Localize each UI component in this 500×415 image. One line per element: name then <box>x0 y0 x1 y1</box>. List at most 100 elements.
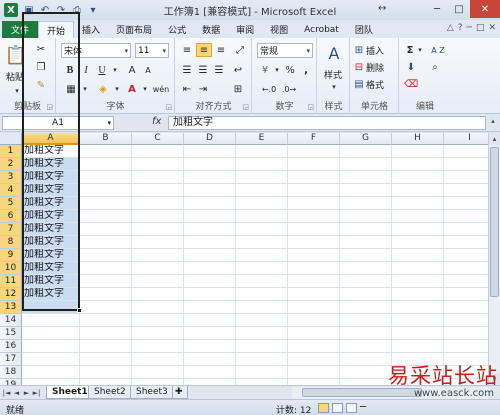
fill-icon[interactable]: ⬇ <box>404 60 418 74</box>
insert-cells-button[interactable]: 插入 <box>366 44 384 57</box>
cell-b8[interactable] <box>80 236 132 249</box>
sheet-tab-sheet1[interactable]: Sheet1 <box>46 386 94 399</box>
underline-dropdown-icon[interactable]: ▾ <box>111 63 119 77</box>
cell-h12[interactable] <box>392 288 444 301</box>
cell-a12[interactable]: 加粗文字 <box>22 288 80 301</box>
cell-a2[interactable]: 加粗文字 <box>22 158 80 171</box>
cell-f12[interactable] <box>288 288 340 301</box>
clear-icon[interactable]: ⌫ <box>404 77 418 91</box>
cell-e12[interactable] <box>236 288 288 301</box>
increase-decimal-icon[interactable]: ←.0 <box>261 82 277 96</box>
cell-d12[interactable] <box>184 288 236 301</box>
row-header-11[interactable]: 11 <box>0 275 22 288</box>
undo-icon[interactable]: ↶ <box>38 3 52 17</box>
cell-e6[interactable] <box>236 210 288 223</box>
font-color-dropdown-icon[interactable]: ▾ <box>141 82 149 96</box>
row-header-3[interactable]: 3 <box>0 171 22 184</box>
row-header-2[interactable]: 2 <box>0 158 22 171</box>
cell-i9[interactable] <box>444 249 488 262</box>
insert-cells-icon[interactable]: ⊞ <box>353 43 365 57</box>
cell-a15[interactable] <box>22 327 80 340</box>
styles-button[interactable]: 样式 <box>324 68 342 81</box>
cell-h11[interactable] <box>392 275 444 288</box>
cell-b9[interactable] <box>80 249 132 262</box>
tab-acrobat[interactable]: Acrobat <box>296 21 347 38</box>
cell-g14[interactable] <box>340 314 392 327</box>
cell-e3[interactable] <box>236 171 288 184</box>
cell-f18[interactable] <box>288 366 340 379</box>
page-layout-view-button[interactable] <box>332 403 343 413</box>
cell-f4[interactable] <box>288 184 340 197</box>
row-header-5[interactable]: 5 <box>0 197 22 210</box>
cell-d5[interactable] <box>184 197 236 210</box>
cell-f7[interactable] <box>288 223 340 236</box>
paste-dropdown-icon[interactable]: ▾ <box>12 86 22 96</box>
name-box[interactable]: A1 ▾ <box>2 116 114 130</box>
delete-cells-icon[interactable]: ⊟ <box>353 60 365 74</box>
cell-g9[interactable] <box>340 249 392 262</box>
copy-icon[interactable]: ❐ <box>34 60 48 74</box>
cell-i15[interactable] <box>444 327 488 340</box>
cell-f2[interactable] <box>288 158 340 171</box>
column-header-d[interactable]: D <box>184 133 236 145</box>
paste-label[interactable]: 粘贴 <box>6 70 24 83</box>
cell-e2[interactable] <box>236 158 288 171</box>
phonetic-button[interactable]: wén <box>151 82 171 96</box>
cell-a18[interactable] <box>22 366 80 379</box>
cell-g16[interactable] <box>340 340 392 353</box>
cell-h9[interactable] <box>392 249 444 262</box>
cell-f17[interactable] <box>288 353 340 366</box>
row-header-17[interactable]: 17 <box>0 353 22 366</box>
cell-b5[interactable] <box>80 197 132 210</box>
cell-h7[interactable] <box>392 223 444 236</box>
cell-c6[interactable] <box>132 210 184 223</box>
cell-g3[interactable] <box>340 171 392 184</box>
cell-d9[interactable] <box>184 249 236 262</box>
cell-a13[interactable] <box>22 301 80 314</box>
cell-i1[interactable] <box>444 145 488 158</box>
cell-d7[interactable] <box>184 223 236 236</box>
cell-a14[interactable] <box>22 314 80 327</box>
cell-f3[interactable] <box>288 171 340 184</box>
cell-a3[interactable]: 加粗文字 <box>22 171 80 184</box>
cell-h3[interactable] <box>392 171 444 184</box>
shrink-font-button[interactable]: A <box>141 63 155 77</box>
column-header-e[interactable]: E <box>236 133 288 145</box>
cell-b7[interactable] <box>80 223 132 236</box>
cell-c9[interactable] <box>132 249 184 262</box>
cell-h8[interactable] <box>392 236 444 249</box>
cell-h10[interactable] <box>392 262 444 275</box>
align-bottom-icon[interactable]: ≡ <box>214 43 228 57</box>
formula-input[interactable]: 加粗文字 <box>168 116 486 130</box>
percent-button[interactable]: % <box>283 63 297 77</box>
cell-g12[interactable] <box>340 288 392 301</box>
cell-f16[interactable] <box>288 340 340 353</box>
redo-icon[interactable]: ↷ <box>54 3 68 17</box>
cell-g8[interactable] <box>340 236 392 249</box>
align-center-icon[interactable]: ☰ <box>196 63 210 77</box>
cell-d13[interactable] <box>184 301 236 314</box>
font-launcher-icon[interactable]: ◲ <box>165 103 172 111</box>
cell-g10[interactable] <box>340 262 392 275</box>
cell-f1[interactable] <box>288 145 340 158</box>
prev-sheet-icon[interactable]: ◄ <box>12 387 21 399</box>
cell-e11[interactable] <box>236 275 288 288</box>
cell-b1[interactable] <box>80 145 132 158</box>
next-sheet-icon[interactable]: ► <box>22 387 31 399</box>
column-header-i[interactable]: I <box>444 133 488 145</box>
cell-f11[interactable] <box>288 275 340 288</box>
cell-c10[interactable] <box>132 262 184 275</box>
vertical-scroll-thumb[interactable] <box>490 147 499 297</box>
cell-g15[interactable] <box>340 327 392 340</box>
decrease-decimal-icon[interactable]: .0→ <box>281 82 297 96</box>
tab-team[interactable]: 团队 <box>347 21 381 38</box>
save-icon[interactable]: ▣ <box>22 3 36 17</box>
cell-b15[interactable] <box>80 327 132 340</box>
styles-icon[interactable]: A <box>324 42 344 64</box>
cell-e7[interactable] <box>236 223 288 236</box>
grow-font-button[interactable]: A <box>125 63 139 77</box>
row-header-12[interactable]: 12 <box>0 288 22 301</box>
align-top-icon[interactable]: ≡ <box>180 43 194 57</box>
fill-handle[interactable] <box>77 308 82 313</box>
cell-d4[interactable] <box>184 184 236 197</box>
